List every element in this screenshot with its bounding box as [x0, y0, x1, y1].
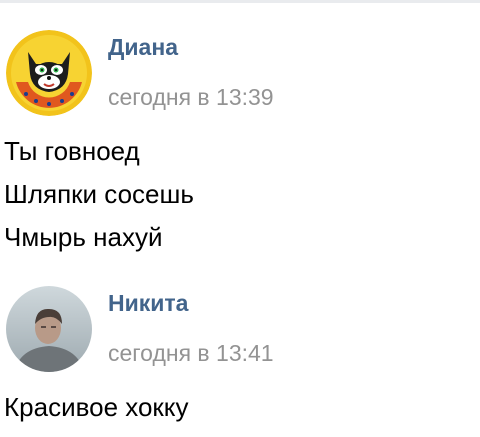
message-line: Чмырь нахуй — [4, 222, 163, 252]
message-timestamp[interactable]: сегодня в 13:39 — [108, 84, 274, 111]
author-name[interactable]: Диана — [108, 34, 178, 61]
message-line: Красивое хокку — [4, 392, 189, 422]
person-photo-avatar-icon — [6, 286, 92, 372]
avatar[interactable] — [6, 30, 92, 116]
avatar[interactable] — [6, 286, 92, 372]
message-line: Шляпки сосешь — [4, 179, 194, 209]
author-name[interactable]: Никита — [108, 290, 188, 317]
cartoon-cat-avatar-icon — [6, 30, 92, 116]
message-line: Ты говноед — [4, 136, 140, 166]
message-body: Красивое хокку — [4, 386, 474, 429]
top-divider — [0, 0, 480, 3]
message-body: Ты говноед Шляпки сосешь Чмырь нахуй — [4, 130, 474, 259]
message-timestamp[interactable]: сегодня в 13:41 — [108, 340, 274, 367]
